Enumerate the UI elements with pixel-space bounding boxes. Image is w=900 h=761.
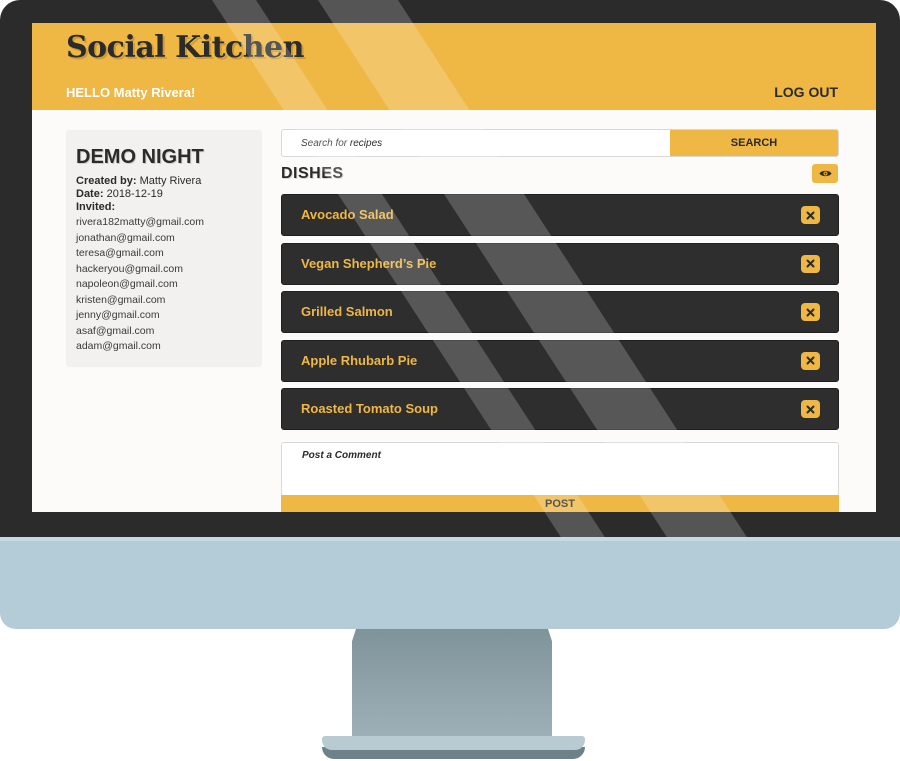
invite-list: rivera182matty@gmail.com jonathan@gmail.… [76,215,252,355]
dish-name: Roasted Tomato Soup [301,401,438,416]
logout-button[interactable]: LOG OUT [774,84,838,100]
dish-item: Vegan Shepherd’s Pie [281,242,839,285]
date-value: 2018-12-19 [106,188,163,200]
remove-dish-button[interactable] [801,206,820,224]
dish-item: Apple Rhubarb Pie [281,339,839,382]
invitee-email: jenny@gmail.com [76,309,160,321]
event-title: DEMO NIGHT [76,146,204,168]
event-created-by: Created by: Matty Rivera [76,175,252,188]
comment-input[interactable] [281,442,839,496]
dish-item: Grilled Salmon [281,291,839,333]
dish-name: Vegan Shepherd’s Pie [301,255,437,271]
remove-dish-button[interactable] [801,303,820,321]
remove-dish-button[interactable] [801,351,820,370]
invited-label: Invited: [76,201,116,213]
dish-item: Roasted Tomato Soup [281,388,839,430]
created-by-value: Matty Rivera [139,175,202,187]
post-comment-button[interactable]: POST [281,495,839,512]
search-button[interactable]: SEARCH [670,130,838,156]
invitee-email: kristen@gmail.com [76,293,166,306]
app-screen: Social Kitchen HELLO Matty Rivera! LOG O… [32,23,876,512]
eye-icon [819,170,831,177]
site-title: Social Kitchen [66,30,304,65]
monitor-stand-neck [352,629,552,739]
event-details-card: DEMO NIGHT Created by: Matty Rivera Date… [66,130,262,367]
monitor-stand-base [322,736,585,750]
close-icon [806,211,815,219]
dish-name: Avocado Salad [301,207,394,222]
invitee-email: adam@gmail.com [76,340,161,352]
close-icon [806,259,815,268]
created-by-label: Created by: [76,175,137,187]
monitor-chin-edge [0,537,900,541]
invitee-email: napoleon@gmail.com [76,278,178,290]
invitee-email: hackeryou@gmail.com [76,262,183,275]
user-greeting: HELLO Matty Rivera! [66,85,196,100]
dishes-heading: DISHES [281,165,344,182]
close-icon [806,356,815,365]
remove-dish-button[interactable] [801,254,820,273]
remove-dish-button[interactable] [801,400,820,418]
invitee-email: jonathan@gmail.com [76,231,175,244]
invitee-email: rivera182matty@gmail.com [76,216,204,228]
event-date: Date: 2018-12-19 [76,188,252,201]
close-icon [806,308,815,316]
dish-name: Grilled Salmon [301,304,393,319]
recipe-search-input[interactable] [282,130,671,156]
date-label: Date: [76,188,104,200]
dish-list: Avocado Salad Vegan Shepherd’s Pie Grill… [281,194,839,437]
toggle-view-button[interactable] [812,164,838,183]
event-invited: Invited: [76,201,252,214]
invitee-email: asaf@gmail.com [76,324,155,337]
monitor-chin [0,537,900,629]
site-header: Social Kitchen HELLO Matty Rivera! LOG O… [32,23,876,110]
dish-item: Avocado Salad [281,194,839,236]
invitee-email: teresa@gmail.com [76,247,164,259]
recipe-search-form: SEARCH [281,129,839,157]
dish-name: Apple Rhubarb Pie [301,352,418,368]
close-icon [806,405,815,413]
